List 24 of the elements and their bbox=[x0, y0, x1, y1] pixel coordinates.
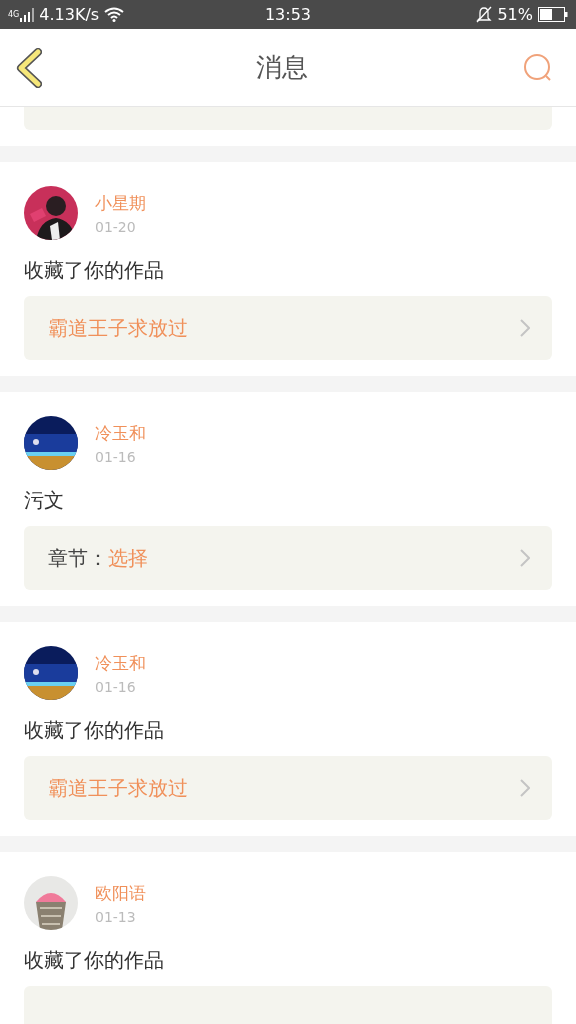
message-date: 01-20 bbox=[95, 218, 137, 235]
work-title: 霸道王子求放过 bbox=[48, 774, 188, 802]
link-panel[interactable]: 霸道王子求放过 bbox=[24, 296, 552, 360]
link-panel[interactable]: 霸道王子求放过 bbox=[24, 756, 552, 820]
user-name[interactable]: 冷玉和 bbox=[95, 421, 146, 445]
chapter-value: 选择 bbox=[108, 544, 148, 572]
user-name[interactable]: 冷玉和 bbox=[95, 651, 146, 675]
work-title: 霸道王子求放过 bbox=[48, 314, 188, 342]
network-type: 4G bbox=[8, 10, 20, 19]
message-text: 收藏了你的作品 bbox=[24, 717, 165, 744]
clock: 13:53 bbox=[264, 5, 312, 24]
chapter-label: 章节： bbox=[48, 544, 108, 572]
network-speed: 4.13K/s bbox=[39, 5, 100, 24]
message-date: 01-16 bbox=[95, 678, 137, 695]
user-name[interactable]: 小星期 bbox=[95, 191, 146, 215]
message-date: 01-13 bbox=[95, 908, 137, 925]
message-text: 收藏了你的作品 bbox=[24, 947, 165, 974]
message-text: 收藏了你的作品 bbox=[24, 257, 165, 284]
message-text: 污文 bbox=[24, 487, 65, 514]
battery-level: 51% bbox=[497, 5, 533, 24]
link-panel[interactable]: 章节：选择 bbox=[24, 526, 552, 590]
page-title: 消息 bbox=[256, 51, 308, 84]
message-date: 01-16 bbox=[95, 448, 137, 465]
user-name[interactable]: 欧阳语 bbox=[95, 881, 146, 905]
